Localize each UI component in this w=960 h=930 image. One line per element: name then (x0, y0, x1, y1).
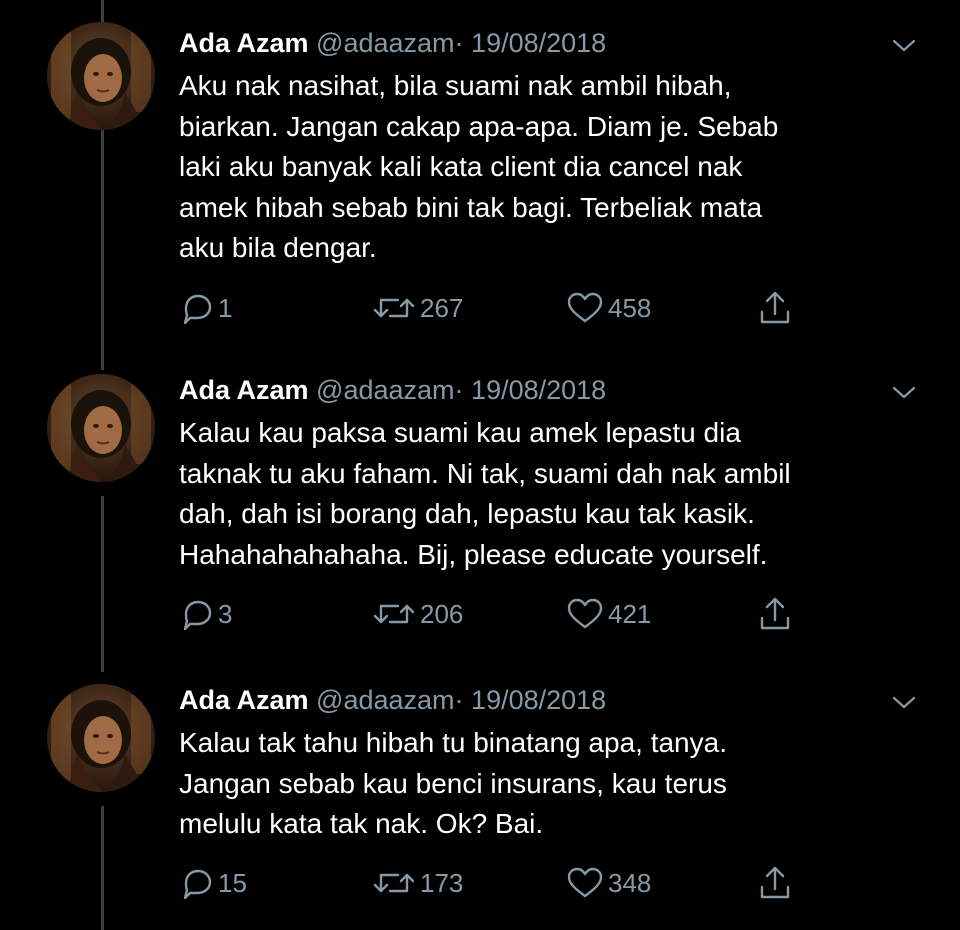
reply-count: 3 (218, 598, 233, 629)
tweet-header: Ada Azam @adaazam· 19/08/2018 (179, 683, 606, 717)
avatar[interactable] (47, 684, 155, 792)
author-name[interactable]: Ada Azam (179, 685, 309, 715)
reply-icon (183, 294, 212, 324)
tweet-header: Ada Azam @adaazam· 19/08/2018 (179, 373, 606, 407)
reply-icon (183, 600, 212, 630)
tweet-date[interactable]: 19/08/2018 (471, 375, 606, 405)
retweet-count: 206 (420, 598, 464, 629)
retweet-icon (373, 873, 415, 893)
like-icon (567, 292, 603, 323)
like-count: 421 (608, 598, 652, 629)
chevron-down-icon[interactable] (890, 383, 918, 403)
retweet-icon (373, 298, 415, 318)
separator-dot: · (454, 685, 464, 715)
reply-button[interactable]: 1 (180, 288, 232, 328)
share-button[interactable] (757, 863, 793, 903)
tweet-actions: 1 267 458 (0, 288, 960, 328)
retweet-button[interactable]: 173 (372, 863, 463, 903)
author-name[interactable]: Ada Azam (179, 28, 309, 58)
like-button[interactable]: 458 (566, 288, 651, 328)
tweet-text: Kalau kau paksa suami kau amek lepastu d… (179, 417, 791, 570)
retweet-button[interactable]: 267 (372, 288, 463, 328)
tweet-actions: 3 206 421 (0, 594, 960, 634)
share-button[interactable] (757, 288, 793, 328)
share-icon (760, 291, 790, 324)
share-icon (760, 866, 790, 899)
reply-count: 1 (218, 292, 233, 323)
thread-line (101, 496, 104, 672)
retweet-count: 267 (420, 292, 464, 323)
author-handle[interactable]: @adaazam (316, 28, 454, 58)
tweet-text: Aku nak nasihat, bila suami nak ambil hi… (179, 70, 779, 263)
like-icon (567, 867, 603, 898)
separator-dot: · (454, 28, 464, 58)
like-button[interactable]: 348 (566, 863, 651, 903)
chevron-down-icon[interactable] (890, 36, 918, 56)
share-icon (760, 597, 790, 630)
author-handle[interactable]: @adaazam (316, 685, 454, 715)
like-count: 348 (608, 867, 652, 898)
separator-dot: · (454, 375, 464, 405)
tweet-actions: 15 173 348 (0, 863, 960, 903)
retweet-count: 173 (420, 867, 464, 898)
retweet-icon (373, 604, 415, 624)
tweet-date[interactable]: 19/08/2018 (471, 685, 606, 715)
like-button[interactable]: 421 (566, 594, 651, 634)
tweet-header: Ada Azam @adaazam· 19/08/2018 (179, 26, 606, 60)
tweet-text: Kalau tak tahu hibah tu binatang apa, ta… (179, 727, 727, 839)
like-count: 458 (608, 292, 652, 323)
reply-count: 15 (218, 867, 247, 898)
like-icon (567, 598, 603, 629)
share-button[interactable] (757, 594, 793, 634)
author-name[interactable]: Ada Azam (179, 375, 309, 405)
chevron-down-icon[interactable] (890, 693, 918, 713)
reply-button[interactable]: 15 (180, 863, 247, 903)
reply-button[interactable]: 3 (180, 594, 232, 634)
retweet-button[interactable]: 206 (372, 594, 463, 634)
reply-icon (183, 869, 212, 899)
thread-line (101, 0, 104, 22)
avatar[interactable] (47, 374, 155, 482)
thread-line (101, 130, 104, 370)
tweet-date[interactable]: 19/08/2018 (471, 28, 606, 58)
avatar[interactable] (47, 22, 155, 130)
author-handle[interactable]: @adaazam (316, 375, 454, 405)
